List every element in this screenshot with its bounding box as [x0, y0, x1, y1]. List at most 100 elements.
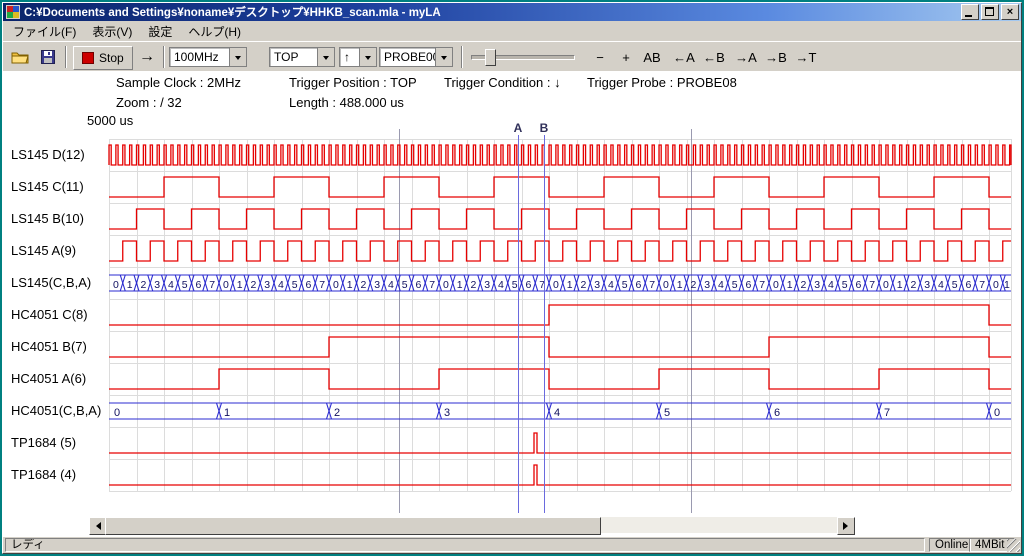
sample-clock-value: 100MHz: [170, 48, 229, 66]
trigger-position-info: Trigger Position : TOP: [289, 75, 417, 90]
bus-value: 5: [622, 279, 628, 291]
bus-value: 2: [140, 279, 146, 291]
bus-value: 4: [498, 279, 504, 291]
toolbar-separator: [461, 46, 463, 68]
bus-value: 2: [800, 279, 806, 291]
cursors: AB: [514, 121, 549, 513]
bus-hc4051-c-b-a: 012345670: [109, 403, 1011, 419]
bus-value: 6: [415, 279, 421, 291]
chevron-down-icon[interactable]: [317, 48, 334, 66]
stop-label: Stop: [99, 51, 124, 65]
bus-value: 7: [759, 279, 765, 291]
bus-value: 6: [525, 279, 531, 291]
trigger-probe-info: Trigger Probe : PROBE08: [587, 75, 737, 90]
resize-grip[interactable]: [1007, 539, 1020, 552]
jump-trigger-button[interactable]: →T: [793, 46, 819, 68]
zoom-ab-button[interactable]: AB: [639, 46, 665, 68]
floppy-disk-icon: [41, 50, 55, 64]
bus-value: 3: [594, 279, 600, 291]
menu-item-view[interactable]: 表示(V): [84, 21, 140, 42]
bus-value: 1: [567, 279, 573, 291]
bus-value: 4: [608, 279, 614, 291]
bus-value: 3: [264, 279, 270, 291]
bus-value: 5: [512, 279, 518, 291]
bus-value: 6: [195, 279, 201, 291]
menu-item-help[interactable]: ヘルプ(H): [180, 21, 249, 42]
horizontal-scrollbar[interactable]: [89, 517, 855, 533]
bus-value: 1: [224, 407, 230, 419]
bus-value: 0: [994, 407, 1000, 419]
stop-icon: [82, 52, 94, 64]
trigger-position-select[interactable]: TOP: [269, 47, 335, 67]
scroll-right-icon[interactable]: [837, 517, 855, 535]
sample-clock-info: Sample Clock : 2MHz: [116, 75, 241, 90]
toolbar-separator: [163, 46, 165, 68]
title-bar[interactable]: C:¥Documents and Settings¥noname¥デスクトップ¥…: [3, 3, 1021, 21]
bus-value: 6: [965, 279, 971, 291]
bus-value: 2: [360, 279, 366, 291]
bus-value: 1: [347, 279, 353, 291]
bus-value: 0: [663, 279, 669, 291]
menu-bar: ファイル(F)表示(V)設定ヘルプ(H): [3, 21, 1021, 41]
bus-value: 7: [209, 279, 215, 291]
bus-value: 7: [649, 279, 655, 291]
zoom-in-button[interactable]: +: [613, 46, 639, 68]
minimize-icon[interactable]: [961, 4, 979, 20]
waveform-tp1684-5: [109, 433, 1011, 453]
trigger-edge-select[interactable]: ↑: [339, 47, 377, 67]
bus-value: 2: [470, 279, 476, 291]
app-window: C:¥Documents and Settings¥noname¥デスクトップ¥…: [2, 2, 1022, 554]
stop-button[interactable]: Stop: [73, 46, 133, 70]
menu-item-settings[interactable]: 設定: [140, 21, 180, 42]
bus-value: 1: [127, 279, 133, 291]
bus-value: 3: [704, 279, 710, 291]
waveform-ls145-d-12: [109, 145, 1011, 165]
bus-value: 6: [774, 407, 780, 419]
bus-value: 5: [842, 279, 848, 291]
maximize-icon[interactable]: [981, 4, 999, 20]
cursor-b-left-button[interactable]: ←B: [701, 46, 727, 68]
timing-diagram[interactable]: 0123456701234567012345670123456701234567…: [3, 121, 1021, 519]
trigger-probe-select[interactable]: PROBE00: [379, 47, 453, 67]
bus-value: 1: [457, 279, 463, 291]
waveform-client-area: Sample Clock : 2MHz Trigger Position : T…: [3, 71, 1021, 537]
cursor-a-label: A: [514, 121, 523, 135]
waveform-hc4051-a-6: [109, 369, 1011, 389]
toolbar-separator: [65, 46, 67, 68]
sample-clock-select[interactable]: 100MHz: [169, 47, 247, 67]
run-arrow-icon: →: [139, 48, 155, 66]
chevron-down-icon[interactable]: [229, 48, 246, 66]
app-icon: [6, 5, 20, 19]
close-icon[interactable]: ×: [1001, 4, 1019, 20]
cursor-b-label: B: [540, 121, 549, 135]
bus-value: 0: [883, 279, 889, 291]
bus-value: 2: [250, 279, 256, 291]
bus-value: 0: [553, 279, 559, 291]
waveform-hc4051-b-7: [109, 337, 1011, 357]
bus-value: 6: [305, 279, 311, 291]
menu-item-file[interactable]: ファイル(F): [5, 21, 84, 42]
scrollbar-thumb[interactable]: [105, 517, 601, 535]
save-file-button[interactable]: [35, 46, 61, 68]
bus-value: 0: [223, 279, 229, 291]
cursor-a-right-button[interactable]: →A: [733, 46, 759, 68]
chevron-down-icon[interactable]: [435, 48, 452, 66]
bus-value: 1: [787, 279, 793, 291]
bus-value: 4: [388, 279, 394, 291]
cursor-a-left-button[interactable]: ←A: [671, 46, 697, 68]
cursor-b-right-button[interactable]: →B: [763, 46, 789, 68]
run-button[interactable]: →: [135, 46, 159, 68]
bus-value: 3: [924, 279, 930, 291]
status-online-badge: Online: [929, 538, 971, 552]
bus-value: 4: [554, 407, 560, 419]
open-file-button[interactable]: [7, 46, 33, 68]
chevron-down-icon[interactable]: [359, 48, 376, 66]
trigger-probe-value: PROBE00: [380, 48, 435, 66]
bus-value: 4: [168, 279, 174, 291]
zoom-out-button[interactable]: −: [587, 46, 613, 68]
bus-value: 6: [855, 279, 861, 291]
trigger-condition-info: Trigger Condition : ↓: [444, 75, 561, 90]
zoom-slider[interactable]: [471, 46, 575, 68]
slider-thumb[interactable]: [485, 49, 496, 66]
status-bar: レディ Online 4MBit: [3, 537, 1021, 553]
